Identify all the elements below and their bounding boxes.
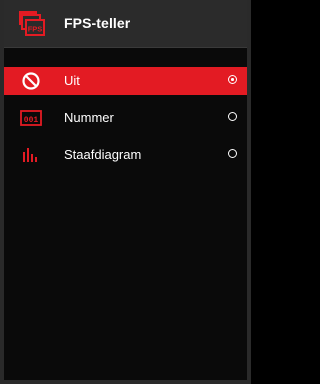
menu-item-label: Uit bbox=[64, 73, 80, 88]
number-icon-label: 001 bbox=[24, 116, 39, 125]
menu-item-nummer[interactable]: 001 Nummer bbox=[0, 104, 251, 132]
panel-border bbox=[0, 0, 251, 384]
number-001-icon: 001 bbox=[20, 110, 42, 126]
menu-list: Uit 001 Nummer Staafdiagram bbox=[0, 67, 251, 178]
prohibited-icon bbox=[22, 72, 40, 90]
menu-header: FPS FPS-teller bbox=[0, 0, 251, 48]
radio-button-selected[interactable] bbox=[228, 75, 237, 84]
page-title: FPS-teller bbox=[64, 15, 131, 31]
bar-chart-icon bbox=[23, 148, 37, 162]
fps-counter-icon: FPS bbox=[19, 11, 45, 36]
menu-item-label: Nummer bbox=[64, 110, 114, 125]
menu-item-uit[interactable]: Uit bbox=[0, 67, 251, 95]
menu-item-staafdiagram[interactable]: Staafdiagram bbox=[0, 141, 251, 169]
osd-menu-panel: FPS FPS-teller Uit 001 Nummer Staafdiagr… bbox=[0, 0, 251, 384]
radio-button[interactable] bbox=[228, 149, 237, 158]
menu-item-label: Staafdiagram bbox=[64, 147, 142, 162]
radio-button[interactable] bbox=[228, 112, 237, 121]
fps-icon-label: FPS bbox=[28, 25, 43, 34]
